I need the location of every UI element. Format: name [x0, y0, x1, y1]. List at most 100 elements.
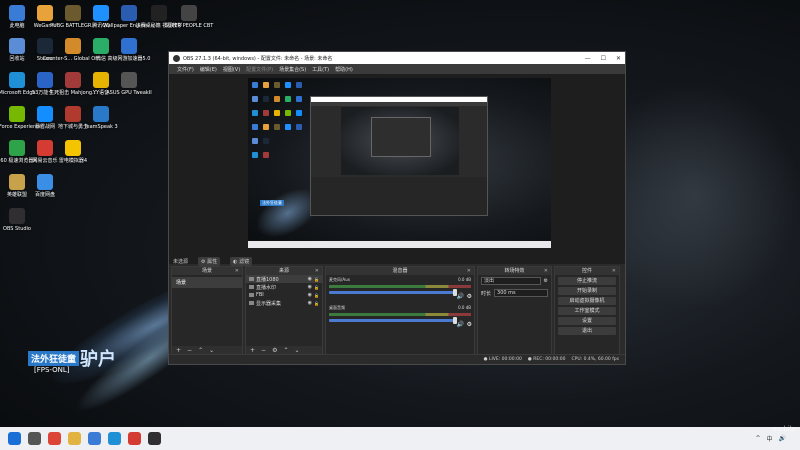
volume-slider[interactable] — [329, 289, 457, 296]
source-item[interactable]: FBI ◉ 🔓 — [246, 291, 322, 299]
channel-level: 0.0 dB — [458, 305, 471, 310]
desktop-shortcut[interactable]: TeamSpeak 3 — [84, 106, 118, 130]
windows-taskbar: ^ 中 🔊 — [0, 427, 800, 450]
properties-button[interactable]: ⚙ 属性 — [198, 257, 221, 266]
obs-taskbar-icon[interactable] — [148, 432, 161, 445]
add-source-button[interactable]: + — [250, 347, 255, 354]
lock-icon[interactable]: 🔓 — [314, 285, 319, 290]
add-scene-button[interactable]: + — [176, 347, 181, 354]
menu-item[interactable]: 帮助(H) — [335, 66, 353, 73]
menu-item[interactable]: 视图(V) — [223, 66, 240, 73]
desktop-shortcut[interactable]: 高级网游加速器5.0 — [108, 38, 150, 62]
scene-item[interactable]: 场景 — [172, 277, 242, 288]
live-indicator: ● LIVE: 00:00:00 — [483, 357, 522, 362]
remove-scene-button[interactable]: − — [187, 347, 192, 354]
visibility-eye-icon[interactable]: ◉ — [308, 276, 312, 282]
netease-taskbar-icon[interactable] — [128, 432, 141, 445]
maximize-button[interactable]: ☐ — [601, 55, 606, 62]
desktop-shortcut[interactable]: SUPER PEOPLE CBT — [165, 5, 213, 29]
csgo-icon — [65, 38, 81, 54]
overlay-caption: 法外狂徒童 — [28, 351, 80, 366]
source-label: 直播1080 — [256, 276, 279, 283]
move-up-icon[interactable]: ⌃ — [198, 347, 203, 354]
source-item[interactable]: 显示器采集 ◉ 🔓 — [246, 299, 322, 307]
channel-name: 桌面音频 — [329, 305, 345, 310]
control-button[interactable]: 设置 — [558, 317, 616, 325]
desktop-shortcut[interactable]: ASUS GPU TweakII — [106, 72, 152, 96]
desktop-shortcut[interactable]: OBS Studio — [0, 208, 34, 232]
file-explorer-icon[interactable] — [68, 432, 81, 445]
move-down-icon[interactable]: ⌄ — [294, 347, 299, 354]
obs-window[interactable]: OBS 27.1.3 (64-bit, windows) - 配置文件: 未命名… — [168, 51, 626, 365]
source-item[interactable]: 直播1080 ◉ 🔓 — [246, 275, 322, 283]
dock-close-icon[interactable]: ✕ — [612, 267, 616, 275]
menu-item[interactable]: 文件(F) — [177, 66, 194, 73]
minimize-button[interactable]: — — [585, 55, 591, 62]
speaker-icon[interactable]: 🔊 — [457, 293, 464, 300]
source-item[interactable]: 直播水印 ◉ 🔓 — [246, 283, 322, 291]
control-button[interactable]: 退出 — [558, 327, 616, 335]
control-button[interactable]: 停止推流 — [558, 277, 616, 285]
dock-close-icon[interactable]: ✕ — [544, 267, 548, 275]
tray-overflow-icon[interactable]: ^ — [755, 435, 760, 442]
search-icon[interactable] — [28, 432, 41, 445]
filters-button[interactable]: ◐ 滤镜 — [230, 257, 253, 266]
desktop-shortcut[interactable]: 百度网盘 — [28, 174, 62, 198]
edge-taskbar-icon[interactable] — [108, 432, 121, 445]
lock-icon[interactable]: 🔓 — [314, 277, 319, 282]
speaker-icon[interactable]: 🔊 — [457, 321, 464, 328]
dock-close-icon[interactable]: ✕ — [315, 267, 319, 275]
menu-item[interactable]: 配置文件(P) — [246, 66, 273, 73]
volume-slider[interactable] — [329, 317, 457, 324]
menu-item[interactable]: 场景集合(S) — [279, 66, 306, 73]
mixer-channel-mic: 麦克风/Aux 0.0 dB 🔊 ⚙ — [326, 275, 474, 303]
move-down-icon[interactable]: ⌄ — [209, 347, 214, 354]
desktop-shortcut[interactable]: 雷电模拟器4 — [56, 140, 90, 164]
transition-select[interactable]: 淡出 — [481, 277, 541, 285]
preview-mini-icon — [252, 138, 258, 144]
gear-icon[interactable]: ⚙ — [467, 321, 472, 328]
windows-start-icon[interactable] — [8, 432, 21, 445]
store-icon[interactable] — [88, 432, 101, 445]
qq-icon — [93, 5, 109, 21]
360-browser-icon — [9, 140, 25, 156]
program-preview[interactable]: 法外狂徒童 — [248, 78, 551, 248]
volume-icon[interactable]: 🔊 — [779, 435, 786, 442]
preview-mini-icon — [263, 82, 269, 88]
lock-icon[interactable]: 🔓 — [314, 293, 319, 298]
control-button[interactable]: 工作室模式 — [558, 307, 616, 315]
menu-item[interactable]: 编辑(E) — [200, 66, 217, 73]
control-button[interactable]: 启动虚拟摄像机 — [558, 297, 616, 305]
lock-icon[interactable]: 🔓 — [314, 301, 319, 306]
audio-mixer-dock: 混音器 ✕ 麦克风/Aux 0.0 dB 🔊 ⚙ 桌面音频 0.0 dB 🔊 ⚙ — [325, 266, 475, 356]
gear-icon[interactable]: ⚙ — [467, 293, 472, 300]
dock-close-icon[interactable]: ✕ — [235, 267, 239, 275]
source-settings-icon[interactable]: ⚙ — [272, 347, 277, 354]
baidu-pan-icon — [37, 174, 53, 190]
controls-dock: 控件 ✕ 停止推流 开始录制 启动虚拟摄像机 工作室模式 设置 退出 — [554, 266, 620, 356]
chrome-icon[interactable] — [48, 432, 61, 445]
input-method-icon[interactable]: 中 — [767, 434, 773, 443]
fan-icon — [37, 72, 53, 88]
source-type-icon — [249, 301, 254, 305]
preview-mini-icon — [274, 110, 280, 116]
desktop-shortcut-label: 此电脑 — [9, 23, 25, 29]
menu-item[interactable]: 工具(T) — [312, 66, 329, 73]
dock-close-icon[interactable]: ✕ — [467, 267, 471, 275]
duration-input[interactable]: 300 ms — [494, 289, 548, 297]
transitions-dock: 转场特效 ✕ 淡出 ⚙ 时长 300 ms — [477, 266, 552, 356]
cpu-indicator: CPU: 0.4%, 60.00 fps — [571, 357, 620, 362]
preview-mini-icon — [285, 110, 291, 116]
obs-menubar: 文件(F) 编辑(E) 视图(V) 配置文件(P) 场景集合(S) 工具(T) 帮助(H) — [169, 64, 625, 74]
move-up-icon[interactable]: ⌃ — [283, 347, 288, 354]
remove-source-button[interactable]: − — [261, 347, 266, 354]
obs-titlebar[interactable]: OBS 27.1.3 (64-bit, windows) - 配置文件: 未命名… — [169, 52, 625, 64]
visibility-eye-icon[interactable]: ◉ — [308, 300, 312, 306]
overlay-big-text: 驴户 — [80, 349, 116, 370]
visibility-eye-icon[interactable]: ◉ — [308, 292, 312, 298]
close-button[interactable]: ✕ — [616, 55, 621, 62]
source-label: FBI — [256, 292, 264, 298]
transition-settings-icon[interactable]: ⚙ — [544, 278, 548, 284]
visibility-eye-icon[interactable]: ◉ — [308, 284, 312, 290]
control-button[interactable]: 开始录制 — [558, 287, 616, 295]
